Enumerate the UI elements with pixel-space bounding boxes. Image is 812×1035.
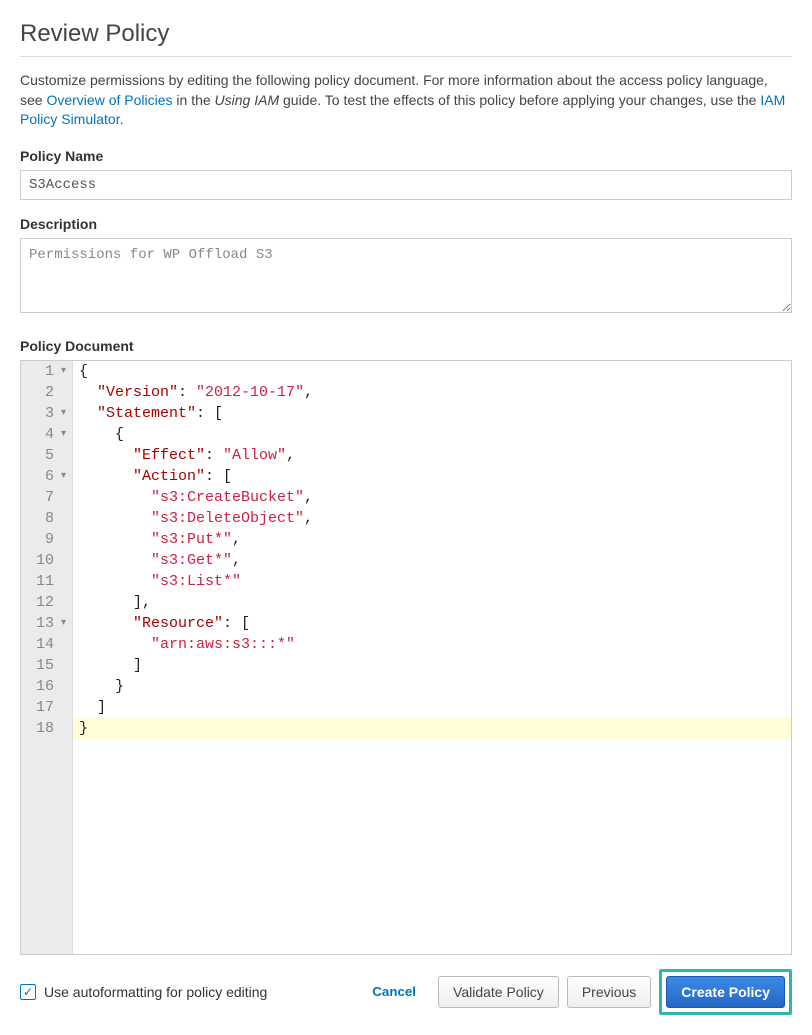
code-token: "Resource": [133, 615, 223, 632]
editor-code-area[interactable]: { "Version": "2012-10-17", "Statement": …: [73, 361, 791, 954]
validate-policy-button[interactable]: Validate Policy: [438, 976, 559, 1008]
page-title: Review Policy: [20, 20, 792, 57]
autoformat-label: Use autoformatting for policy editing: [44, 984, 267, 1000]
footer-bar: ✓ Use autoformatting for policy editing …: [20, 969, 792, 1015]
code-token: "s3:CreateBucket": [151, 489, 304, 506]
line-number: 12: [21, 592, 66, 613]
line-number: 1: [21, 361, 66, 382]
create-policy-highlight: Create Policy: [659, 969, 792, 1015]
line-number: 14: [21, 634, 66, 655]
line-number: 16: [21, 676, 66, 697]
intro-mid2: guide. To test the effects of this polic…: [283, 92, 760, 108]
code-token: "s3:Get*": [151, 552, 232, 569]
intro-post: .: [120, 111, 124, 127]
code-token: "2012-10-17": [196, 384, 304, 401]
line-number: 13: [21, 613, 66, 634]
overview-policies-link[interactable]: Overview of Policies: [46, 92, 172, 108]
line-number: 6: [21, 466, 66, 487]
line-number: 9: [21, 529, 66, 550]
code-token: "s3:DeleteObject": [151, 510, 304, 527]
line-number: 2: [21, 382, 66, 403]
line-number: 10: [21, 550, 66, 571]
create-policy-button[interactable]: Create Policy: [666, 976, 785, 1008]
code-token: "Allow": [223, 447, 286, 464]
code-token: }: [79, 720, 88, 737]
policy-name-input[interactable]: [20, 170, 792, 200]
autoformat-option[interactable]: ✓ Use autoformatting for policy editing: [20, 984, 350, 1000]
intro-em: Using IAM: [215, 92, 280, 108]
line-number: 17: [21, 697, 66, 718]
line-number: 7: [21, 487, 66, 508]
editor-gutter: 123456789101112131415161718: [21, 361, 73, 954]
code-token: "arn:aws:s3:::*": [151, 636, 295, 653]
policy-document-editor[interactable]: 123456789101112131415161718 { "Version":…: [20, 360, 792, 955]
policy-document-label: Policy Document: [20, 338, 792, 354]
code-token: "s3:List*": [151, 573, 241, 590]
line-number: 8: [21, 508, 66, 529]
description-textarea[interactable]: Permissions for WP Offload S3: [20, 238, 792, 313]
code-token: "s3:Put*": [151, 531, 232, 548]
previous-button[interactable]: Previous: [567, 976, 651, 1008]
code-token: {: [79, 363, 88, 380]
line-number: 3: [21, 403, 66, 424]
intro-mid1: in the: [176, 92, 214, 108]
line-number: 4: [21, 424, 66, 445]
line-number: 5: [21, 445, 66, 466]
line-number: 18: [21, 718, 66, 739]
code-token: {: [115, 426, 124, 443]
line-number: 15: [21, 655, 66, 676]
description-label: Description: [20, 216, 792, 232]
cancel-button[interactable]: Cancel: [358, 977, 430, 1006]
code-token: "Statement": [97, 405, 196, 422]
code-token: "Action": [133, 468, 205, 485]
code-token: "Effect": [133, 447, 205, 464]
line-number: 11: [21, 571, 66, 592]
policy-name-label: Policy Name: [20, 148, 792, 164]
code-token: "Version": [97, 384, 178, 401]
code-token: }: [115, 678, 124, 695]
autoformat-checkbox[interactable]: ✓: [20, 984, 36, 1000]
intro-text: Customize permissions by editing the fol…: [20, 71, 792, 130]
